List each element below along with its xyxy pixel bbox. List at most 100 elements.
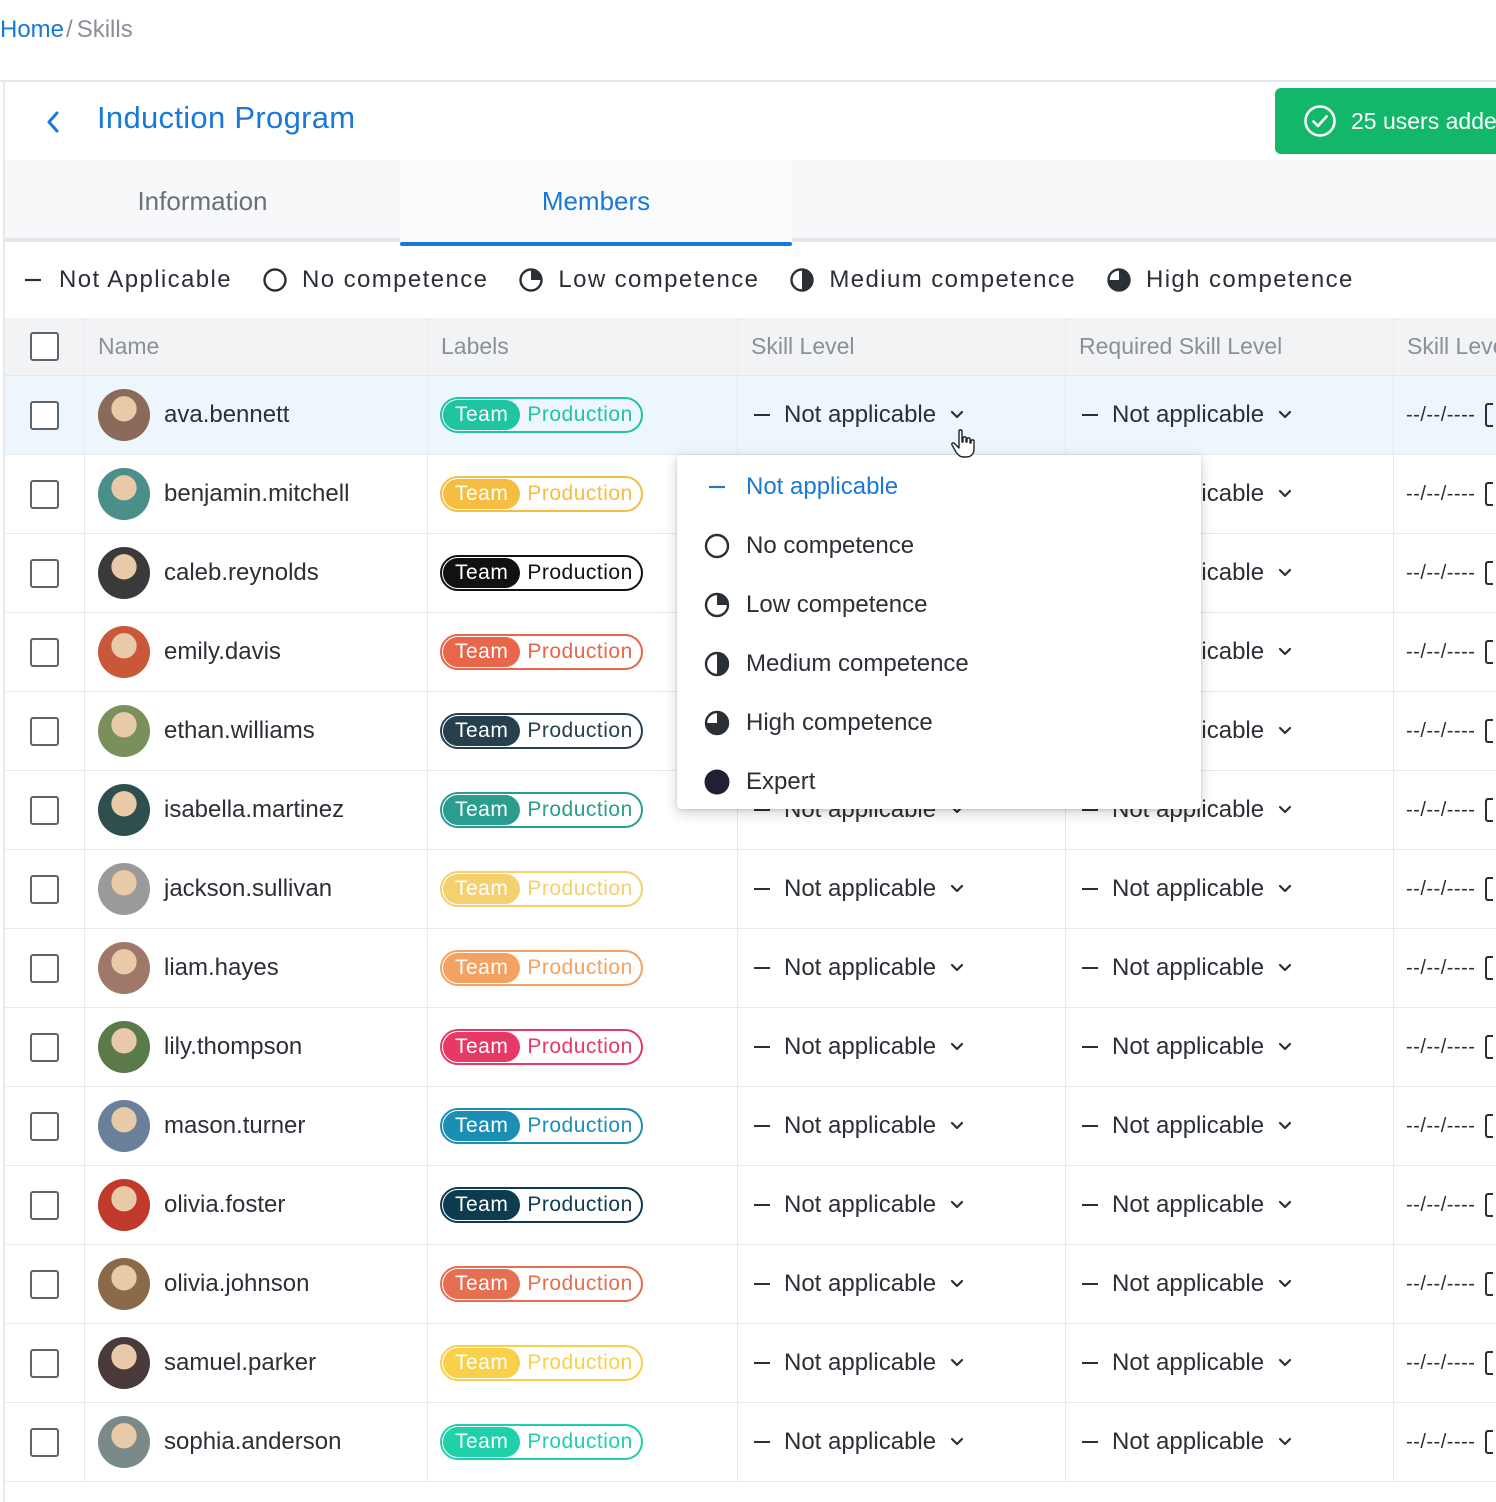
option-medium-competence[interactable]: Medium competence [677, 634, 1201, 693]
row-checkbox[interactable] [30, 953, 59, 983]
row-checkbox[interactable] [30, 795, 59, 825]
table-row[interactable]: olivia.foster Team Production Not applicabl… [5, 1166, 1496, 1245]
required-skill-level-select[interactable]: Not applicable [1082, 1033, 1292, 1061]
skill-level-date-input[interactable]: --/--/---- [1406, 798, 1494, 822]
label-team: Team [443, 716, 521, 746]
team-label-pill[interactable]: Team Production [440, 1345, 643, 1381]
row-checkbox[interactable] [30, 1032, 59, 1062]
skill-level-select[interactable]: Not applicable [754, 1428, 964, 1456]
row-checkbox[interactable] [30, 1269, 59, 1299]
team-label-pill[interactable]: Team Production [440, 1266, 643, 1302]
skill-level-date-input[interactable]: --/--/---- [1406, 1193, 1494, 1217]
team-label-pill[interactable]: Team Production [440, 1187, 643, 1223]
option-no-competence[interactable]: No competence [677, 516, 1201, 575]
skill-level-select[interactable]: Not applicable [754, 1270, 964, 1298]
team-label-pill[interactable]: Team Production [440, 397, 643, 433]
team-label-pill[interactable]: Team Production [440, 1108, 643, 1144]
row-check-cell [5, 1245, 85, 1323]
required-skill-level-value: Not applicable [1112, 1428, 1265, 1455]
team-label-pill[interactable]: Team Production [440, 476, 643, 512]
row-checkbox[interactable] [30, 1190, 59, 1220]
team-label-pill[interactable]: Team Production [440, 634, 643, 670]
breadcrumb-home-link[interactable]: Home [0, 16, 64, 44]
required-skill-level-select[interactable]: Not applicable [1082, 401, 1292, 429]
skill-level-select[interactable]: Not applicable [754, 1191, 964, 1219]
table-row[interactable]: ava.bennett Team Production Not applicable N… [5, 376, 1496, 455]
row-checkbox[interactable] [30, 400, 59, 430]
skill-level-date-input[interactable]: --/--/---- [1406, 640, 1494, 664]
required-skill-level-select[interactable]: Not applicable [1082, 1428, 1292, 1456]
tab-members[interactable]: Members [400, 160, 792, 246]
required-skill-level-cell: Not applicable [1066, 1087, 1394, 1165]
skill-level-date-input[interactable]: --/--/---- [1406, 482, 1494, 506]
table-row[interactable]: olivia.johnson Team Production Not applicab… [5, 1245, 1496, 1324]
option-expert[interactable]: Expert [677, 752, 1201, 811]
skill-level-date-input[interactable]: --/--/---- [1406, 1430, 1494, 1454]
skill-level-date-input[interactable]: --/--/---- [1406, 877, 1494, 901]
table-row[interactable]: mason.turner Team Production Not applicable… [5, 1087, 1496, 1166]
row-checkbox[interactable] [30, 1111, 59, 1141]
skill-level-select[interactable]: Not applicable [754, 1349, 964, 1377]
team-label-pill[interactable]: Team Production [440, 950, 643, 986]
skill-level-date-cell: --/--/---- [1394, 929, 1496, 1007]
required-skill-level-select[interactable]: Not applicable [1082, 1270, 1292, 1298]
skill-level-select[interactable]: Not applicable [754, 1033, 964, 1061]
skill-level-date-input[interactable]: --/--/---- [1406, 561, 1494, 585]
dash-icon [709, 485, 725, 488]
option-not-applicable[interactable]: Not applicable [677, 457, 1201, 516]
column-header-required-skill-level[interactable]: Required Skill Level [1066, 318, 1394, 375]
row-checkbox[interactable] [30, 1427, 59, 1457]
column-header-labels[interactable]: Labels [428, 318, 738, 375]
column-header-name[interactable]: Name [85, 318, 428, 375]
table-row[interactable]: lily.thompson Team Production Not applicabl… [5, 1008, 1496, 1087]
option-low-competence[interactable]: Low competence [677, 575, 1201, 634]
required-skill-level-select[interactable]: Not applicable [1082, 1191, 1292, 1219]
skill-level-date-input[interactable]: --/--/---- [1406, 956, 1494, 980]
row-checkbox[interactable] [30, 558, 59, 588]
skill-level-date-input[interactable]: --/--/---- [1406, 1114, 1494, 1138]
skill-level-date-input[interactable]: --/--/---- [1406, 1272, 1494, 1296]
column-header-skill-level[interactable]: Skill Level [738, 318, 1066, 375]
required-skill-level-select[interactable]: Not applicable [1082, 1349, 1292, 1377]
team-label-pill[interactable]: Team Production [440, 871, 643, 907]
required-skill-level-value: Not applicable [1112, 875, 1265, 902]
date-value: --/--/---- [1406, 1035, 1476, 1058]
label-production: Production [527, 1035, 633, 1058]
required-skill-level-select[interactable]: Not applicable [1082, 954, 1292, 982]
table-row[interactable]: jackson.sullivan Team Production Not applic… [5, 850, 1496, 929]
skill-level-select[interactable]: Not applicable [754, 954, 964, 982]
row-checkbox[interactable] [30, 637, 59, 667]
row-checkbox[interactable] [30, 716, 59, 746]
back-button[interactable] [35, 104, 71, 140]
chevron-down-icon [951, 963, 964, 972]
date-value: --/--/---- [1406, 1430, 1476, 1453]
column-header-skill-level-date[interactable]: Skill Leve [1394, 318, 1496, 375]
required-skill-level-select[interactable]: Not applicable [1082, 1112, 1292, 1140]
skill-level-date-input[interactable]: --/--/---- [1406, 403, 1494, 427]
option-label: No competence [746, 531, 915, 559]
skill-level-select[interactable]: Not applicable [754, 401, 964, 429]
table-row[interactable]: liam.hayes Team Production Not applicable No… [5, 929, 1496, 1008]
skill-level-date-input[interactable]: --/--/---- [1406, 1035, 1494, 1059]
row-checkbox[interactable] [30, 874, 59, 904]
team-label-pill[interactable]: Team Production [440, 713, 643, 749]
team-label-pill[interactable]: Team Production [440, 1029, 643, 1065]
row-checkbox[interactable] [30, 479, 59, 509]
required-skill-level-cell: Not applicable [1066, 850, 1394, 928]
option-high-competence[interactable]: High competence [677, 693, 1201, 752]
team-label-pill[interactable]: Team Production [440, 555, 643, 591]
skill-level-select[interactable]: Not applicable [754, 875, 964, 903]
tab-information[interactable]: Information [5, 160, 400, 242]
table-row[interactable]: sophia.anderson Team Production Not applica… [5, 1403, 1496, 1482]
required-skill-level-select[interactable]: Not applicable [1082, 875, 1292, 903]
select-all-checkbox[interactable] [30, 332, 59, 361]
header-check-cell [5, 318, 85, 375]
skill-level-date-cell: --/--/---- [1394, 455, 1496, 533]
team-label-pill[interactable]: Team Production [440, 792, 643, 828]
skill-level-select[interactable]: Not applicable [754, 1112, 964, 1140]
skill-level-date-input[interactable]: --/--/---- [1406, 719, 1494, 743]
skill-level-date-input[interactable]: --/--/---- [1406, 1351, 1494, 1375]
team-label-pill[interactable]: Team Production [440, 1424, 643, 1460]
table-row[interactable]: samuel.parker Team Production Not applicabl… [5, 1324, 1496, 1403]
row-checkbox[interactable] [30, 1348, 59, 1378]
